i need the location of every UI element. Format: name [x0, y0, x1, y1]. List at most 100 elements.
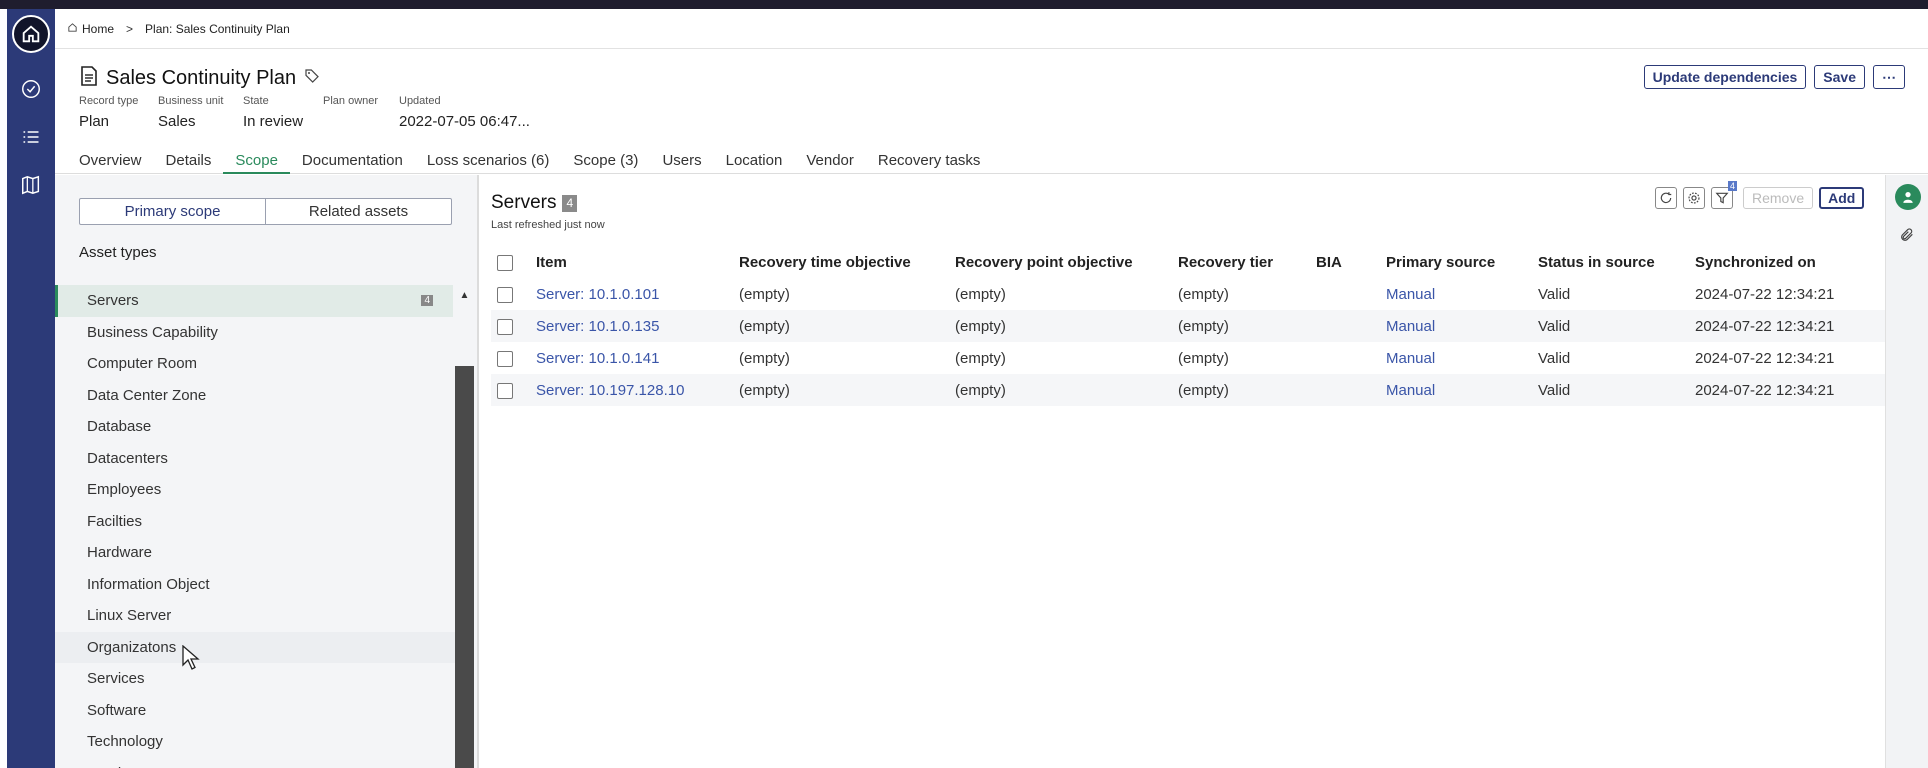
table-row[interactable]: Server: 10.197.128.10 (empty) (empty) (e… — [491, 374, 1885, 406]
asset-type-item[interactable]: Computer Room — [55, 348, 455, 380]
column-header[interactable]: Item — [536, 246, 739, 278]
source-link[interactable]: Manual — [1386, 342, 1538, 374]
section-count-badge: 4 — [562, 194, 578, 212]
tab-recovery-tasks[interactable]: Recovery tasks — [866, 150, 993, 174]
status-cell: Valid — [1538, 349, 1571, 367]
tab-location[interactable]: Location — [714, 150, 795, 174]
asset-type-item[interactable]: Linux Server — [55, 600, 455, 632]
source-link[interactable]: Manual — [1386, 310, 1538, 342]
app-rail — [7, 9, 55, 768]
tab-details[interactable]: Details — [154, 150, 224, 174]
breadcrumb-separator: > — [126, 21, 134, 36]
column-header[interactable]: Recovery point objective — [955, 246, 1178, 278]
row-checkbox[interactable] — [497, 286, 513, 303]
bia-cell — [1316, 310, 1386, 342]
meta-value-link[interactable]: Sales — [158, 113, 223, 130]
column-header[interactable]: Recovery time objective — [739, 246, 955, 278]
filter-icon[interactable]: 4 — [1711, 181, 1737, 209]
rto-cell: (empty) — [739, 349, 790, 367]
header-actions: Update dependencies Save ⋯ — [1643, 65, 1905, 89]
asset-type-item[interactable]: Services — [55, 663, 455, 695]
asset-type-item[interactable]: Software — [55, 695, 455, 727]
tab-scope[interactable]: Scope — [223, 150, 290, 174]
filter-count-badge: 4 — [1727, 181, 1737, 191]
source-link[interactable]: Manual — [1386, 374, 1538, 406]
tab-scope-3[interactable]: Scope (3) — [561, 150, 650, 174]
home-small-icon[interactable] — [67, 22, 78, 36]
item-link[interactable]: Server: 10.1.0.141 — [536, 342, 739, 374]
asset-type-panel: Primary scope Related assets Asset types… — [55, 175, 477, 768]
asset-type-item[interactable]: Employees — [55, 474, 455, 506]
primary-scope-button[interactable]: Primary scope — [80, 199, 266, 224]
last-refreshed-text: Last refreshed just now — [491, 219, 605, 231]
source-link[interactable]: Manual — [1386, 278, 1538, 310]
tab-users[interactable]: Users — [650, 150, 713, 174]
home-icon[interactable] — [12, 15, 50, 53]
meta-updated: Updated 2022-07-05 06:47... — [399, 95, 530, 130]
table-row[interactable]: Server: 10.1.0.141 (empty) (empty) (empt… — [491, 342, 1885, 374]
panel-divider[interactable] — [477, 175, 479, 768]
row-checkbox[interactable] — [497, 350, 513, 367]
table-toolbar: 4 Remove Add — [1655, 181, 1865, 209]
table-row[interactable]: Server: 10.1.0.135 (empty) (empty) (empt… — [491, 310, 1885, 342]
status-cell: Valid — [1538, 374, 1695, 406]
attachment-icon[interactable] — [1899, 227, 1915, 247]
add-button[interactable]: Add — [1819, 187, 1865, 209]
asset-type-item[interactable]: Business Capability — [55, 317, 455, 349]
remove-button[interactable]: Remove — [1743, 187, 1814, 209]
tier-cell: (empty) — [1178, 310, 1316, 342]
tag-icon[interactable] — [304, 68, 320, 88]
breadcrumb-home[interactable]: Home — [82, 22, 114, 36]
item-link[interactable]: Server: 10.197.128.10 — [536, 374, 739, 406]
asset-type-item[interactable]: Hardware — [55, 537, 455, 569]
tab-loss-scenarios[interactable]: Loss scenarios (6) — [415, 150, 562, 174]
list-icon[interactable] — [15, 121, 47, 153]
column-header[interactable]: BIA — [1316, 246, 1386, 278]
right-side-strip — [1885, 175, 1928, 768]
rpo-cell: (empty) — [955, 310, 1178, 342]
map-icon[interactable] — [15, 169, 47, 201]
column-header[interactable]: Recovery tier — [1178, 246, 1316, 278]
asset-type-item[interactable]: Organizatons — [55, 631, 455, 663]
scroll-up-arrow[interactable]: ▲ — [455, 287, 474, 303]
person-icon[interactable] — [1895, 184, 1921, 210]
item-link[interactable]: Server: 10.1.0.101 — [536, 278, 739, 310]
scope-toggle: Primary scope Related assets — [79, 198, 452, 225]
tab-documentation[interactable]: Documentation — [290, 150, 415, 174]
item-link[interactable]: Server: 10.1.0.135 — [536, 310, 739, 342]
refresh-icon[interactable] — [1655, 187, 1677, 209]
table-row[interactable]: Server: 10.1.0.101 (empty) (empty) (empt… — [491, 278, 1885, 310]
rpo-cell: (empty) — [955, 374, 1178, 406]
check-circle-icon[interactable] — [15, 73, 47, 105]
column-header[interactable]: Primary source — [1386, 246, 1538, 278]
bia-cell — [1316, 374, 1386, 406]
servers-table: Item Recovery time objective Recovery po… — [491, 246, 1885, 406]
tab-bar: Overview Details Scope Documentation Los… — [55, 150, 1928, 174]
column-header[interactable]: Status in source — [1538, 246, 1695, 278]
scrollbar[interactable] — [455, 366, 474, 768]
asset-type-item[interactable]: Datacenters — [55, 443, 455, 475]
asset-type-item[interactable]: Database — [55, 411, 455, 443]
asset-type-item[interactable]: Technology — [55, 726, 455, 758]
asset-type-item[interactable]: Data Center Zone — [55, 380, 455, 412]
breadcrumb: Home > Plan: Sales Continuity Plan — [55, 9, 1928, 49]
row-checkbox[interactable] — [497, 382, 513, 399]
column-header[interactable]: Synchronized on — [1695, 246, 1885, 278]
related-assets-button[interactable]: Related assets — [266, 199, 451, 224]
asset-type-item[interactable]: Servers 4 — [55, 285, 453, 317]
save-button[interactable]: Save — [1814, 65, 1865, 89]
rpo-cell: (empty) — [955, 349, 1006, 367]
tab-overview[interactable]: Overview — [67, 150, 154, 174]
asset-type-item[interactable]: Vendors — [55, 758, 455, 768]
asset-type-label: Servers — [87, 292, 139, 310]
select-all-checkbox[interactable] — [497, 254, 513, 271]
row-checkbox[interactable] — [497, 318, 513, 335]
count-badge: 4 — [421, 295, 433, 307]
settings-icon[interactable] — [1683, 187, 1705, 209]
more-button[interactable]: ⋯ — [1873, 65, 1905, 89]
update-dependencies-button[interactable]: Update dependencies — [1643, 65, 1807, 89]
asset-type-item[interactable]: Information Object — [55, 569, 455, 601]
tab-vendor[interactable]: Vendor — [794, 150, 866, 174]
table-header-row: Item Recovery time objective Recovery po… — [491, 246, 1885, 278]
asset-type-item[interactable]: Facilties — [55, 506, 455, 538]
